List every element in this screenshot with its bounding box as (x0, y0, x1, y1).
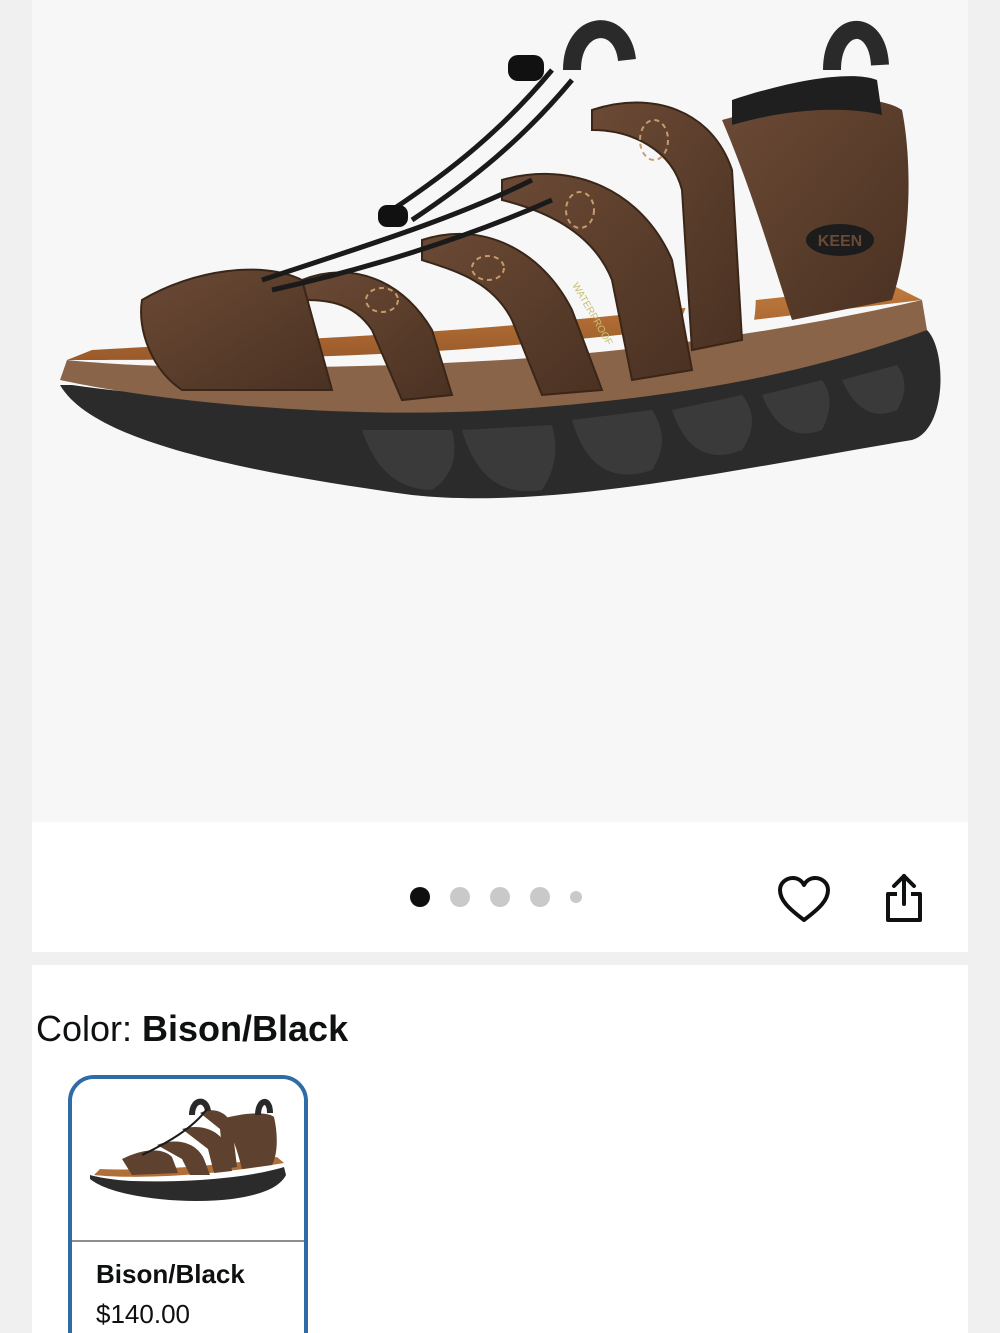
image-pager[interactable] (410, 885, 602, 909)
swatch-image (72, 1079, 304, 1239)
product-page: KEEN WATERPROOF Color: Bison/Black Bison… (0, 0, 1000, 1333)
pager-dot-4[interactable] (530, 887, 550, 907)
product-image[interactable]: KEEN WATERPROOF (32, 0, 968, 822)
share-button[interactable] (874, 868, 934, 928)
wishlist-button[interactable] (774, 870, 834, 930)
color-label-prefix: Color: (36, 1008, 143, 1049)
pager-dot-1[interactable] (410, 887, 430, 907)
swatch-divider (72, 1240, 304, 1242)
color-label: Color: Bison/Black (36, 1008, 348, 1050)
color-swatch-bison-black[interactable]: Bison/Black $140.00 (68, 1075, 308, 1333)
image-gallery-card: KEEN WATERPROOF (32, 0, 968, 952)
swatch-price: $140.00 (96, 1299, 190, 1329)
heart-icon (778, 876, 830, 922)
pager-dot-2[interactable] (450, 887, 470, 907)
brand-mark: KEEN (818, 233, 862, 250)
selected-color: Bison/Black (142, 1008, 349, 1049)
share-icon (886, 874, 922, 922)
pager-dot-3[interactable] (490, 887, 510, 907)
pager-dot-5[interactable] (570, 891, 582, 903)
sandal-illustration: KEEN WATERPROOF (60, 20, 941, 499)
swatch-sandal-illustration (90, 1098, 286, 1201)
swatch-color-name: Bison/Black (96, 1259, 245, 1289)
